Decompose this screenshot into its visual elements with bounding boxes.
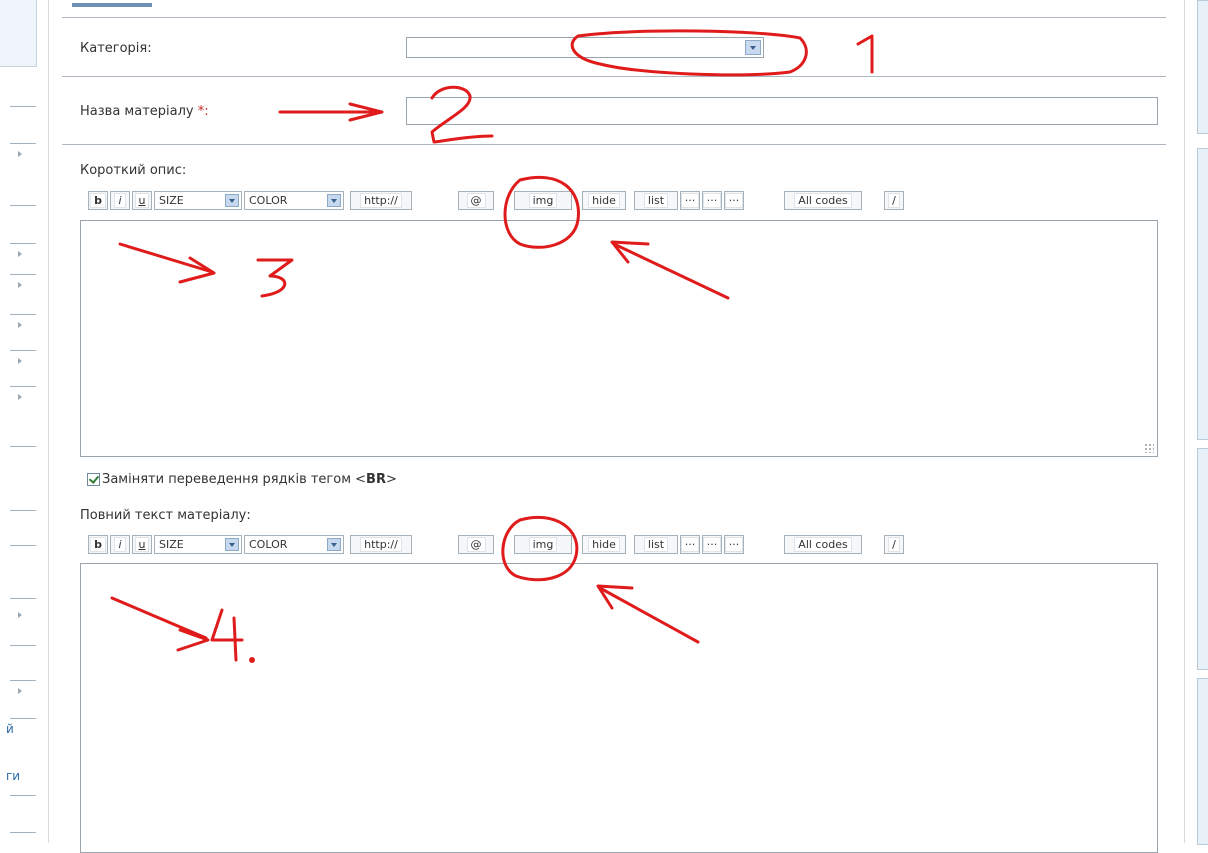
sidebar-divider — [10, 350, 36, 351]
sidebar-divider — [10, 545, 36, 546]
title-label: Назва матеріалу *: — [80, 104, 209, 119]
sidebar-divider — [10, 446, 36, 447]
email-button[interactable]: @ — [458, 191, 494, 210]
sidebar-divider — [10, 143, 36, 144]
size-select-label: SIZE — [159, 194, 184, 207]
sidebar-divider — [10, 645, 36, 646]
chevron-down-icon[interactable] — [745, 40, 761, 55]
right-panel — [1197, 148, 1208, 440]
divider — [62, 76, 1166, 77]
size-select[interactable]: SIZE — [154, 535, 242, 554]
replace-br-label: Заміняти переведення рядків тегом <BR> — [102, 472, 397, 487]
chevron-down-icon — [225, 194, 239, 207]
sidebar-arrow-icon[interactable] — [18, 358, 22, 364]
right-panel — [1197, 678, 1208, 845]
sidebar-arrow-icon[interactable] — [18, 394, 22, 400]
sidebar-arrow-icon[interactable] — [18, 151, 22, 157]
underline-button[interactable]: u — [132, 535, 152, 554]
sidebar-item-text[interactable]: ги — [6, 769, 20, 783]
title-input[interactable] — [406, 97, 1158, 125]
sidebar-divider — [10, 314, 36, 315]
chevron-down-icon — [327, 194, 341, 207]
color-select-label: COLOR — [249, 538, 288, 551]
short-description-label: Короткий опис: — [80, 163, 187, 178]
list-button[interactable]: list — [634, 191, 678, 210]
color-select[interactable]: COLOR — [244, 535, 344, 554]
bold-button[interactable]: b — [88, 535, 108, 554]
all-codes-button[interactable]: All codes — [784, 535, 862, 554]
hide-button[interactable]: hide — [582, 535, 626, 554]
sidebar-divider — [10, 106, 36, 107]
sidebar-divider — [10, 832, 36, 833]
replace-br-checkbox[interactable] — [87, 473, 100, 486]
email-button[interactable]: @ — [458, 535, 494, 554]
more-button[interactable]: ··· — [702, 191, 722, 210]
sidebar-divider — [10, 680, 36, 681]
sidebar-arrow-icon[interactable] — [18, 251, 22, 257]
color-select[interactable]: COLOR — [244, 191, 344, 210]
br-tag: BR — [366, 472, 386, 487]
size-select-label: SIZE — [159, 538, 184, 551]
left-sidebar: й ги — [0, 0, 37, 843]
sidebar-arrow-icon[interactable] — [18, 612, 22, 618]
full-text-textarea[interactable] — [80, 563, 1158, 853]
hide-button[interactable]: hide — [582, 191, 626, 210]
chevron-down-icon — [327, 538, 341, 551]
right-panel — [1197, 448, 1208, 670]
italic-button[interactable]: i — [110, 191, 130, 210]
underline-button[interactable]: u — [132, 191, 152, 210]
italic-button[interactable]: i — [110, 535, 130, 554]
title-label-text: Назва матеріалу — [80, 104, 198, 119]
required-mark: *: — [197, 104, 209, 119]
size-select[interactable]: SIZE — [154, 191, 242, 210]
all-codes-button[interactable]: All codes — [784, 191, 862, 210]
short-description-textarea[interactable] — [80, 220, 1158, 457]
left-panel-edge — [0, 0, 37, 67]
sidebar-arrow-icon[interactable] — [18, 282, 22, 288]
close-tags-button[interactable]: / — [884, 191, 904, 210]
sidebar-divider — [10, 718, 36, 719]
sidebar-arrow-icon[interactable] — [18, 688, 22, 694]
sidebar-divider — [10, 510, 36, 511]
more-button[interactable]: ··· — [702, 535, 722, 554]
divider — [62, 144, 1166, 145]
sidebar-divider — [10, 598, 36, 599]
replace-br-text: Заміняти переведення рядків тегом < — [102, 472, 367, 487]
list-button[interactable]: list — [634, 535, 678, 554]
chevron-down-icon — [225, 538, 239, 551]
category-select[interactable] — [406, 37, 764, 58]
more-button[interactable]: ··· — [724, 535, 744, 554]
sidebar-divider — [10, 795, 36, 796]
resize-handle-icon[interactable] — [1144, 443, 1154, 453]
sidebar-divider — [10, 243, 36, 244]
sidebar-divider — [10, 386, 36, 387]
sidebar-arrow-icon[interactable] — [18, 322, 22, 328]
left-separator — [48, 0, 49, 843]
annotation-number-1 — [856, 34, 874, 74]
more-button[interactable]: ··· — [680, 535, 700, 554]
bold-button[interactable]: b — [88, 191, 108, 210]
img-button[interactable]: img — [514, 191, 572, 210]
sidebar-divider — [10, 205, 36, 206]
img-button[interactable]: img — [514, 535, 572, 554]
more-button[interactable]: ··· — [724, 191, 744, 210]
sidebar-item-text[interactable]: й — [6, 722, 14, 736]
active-tab-indicator[interactable] — [72, 3, 152, 7]
url-button[interactable]: http:// — [350, 191, 412, 210]
right-separator — [1184, 0, 1185, 843]
right-panel — [1197, 0, 1208, 134]
category-label: Категорія: — [80, 41, 152, 56]
full-text-label: Повний текст матеріалу: — [80, 508, 251, 523]
close-tags-button[interactable]: / — [884, 535, 904, 554]
replace-br-end: > — [385, 472, 397, 487]
sidebar-divider — [10, 274, 36, 275]
url-button[interactable]: http:// — [350, 535, 412, 554]
more-button[interactable]: ··· — [680, 191, 700, 210]
color-select-label: COLOR — [249, 194, 288, 207]
top-tab-bar — [62, 0, 1166, 18]
